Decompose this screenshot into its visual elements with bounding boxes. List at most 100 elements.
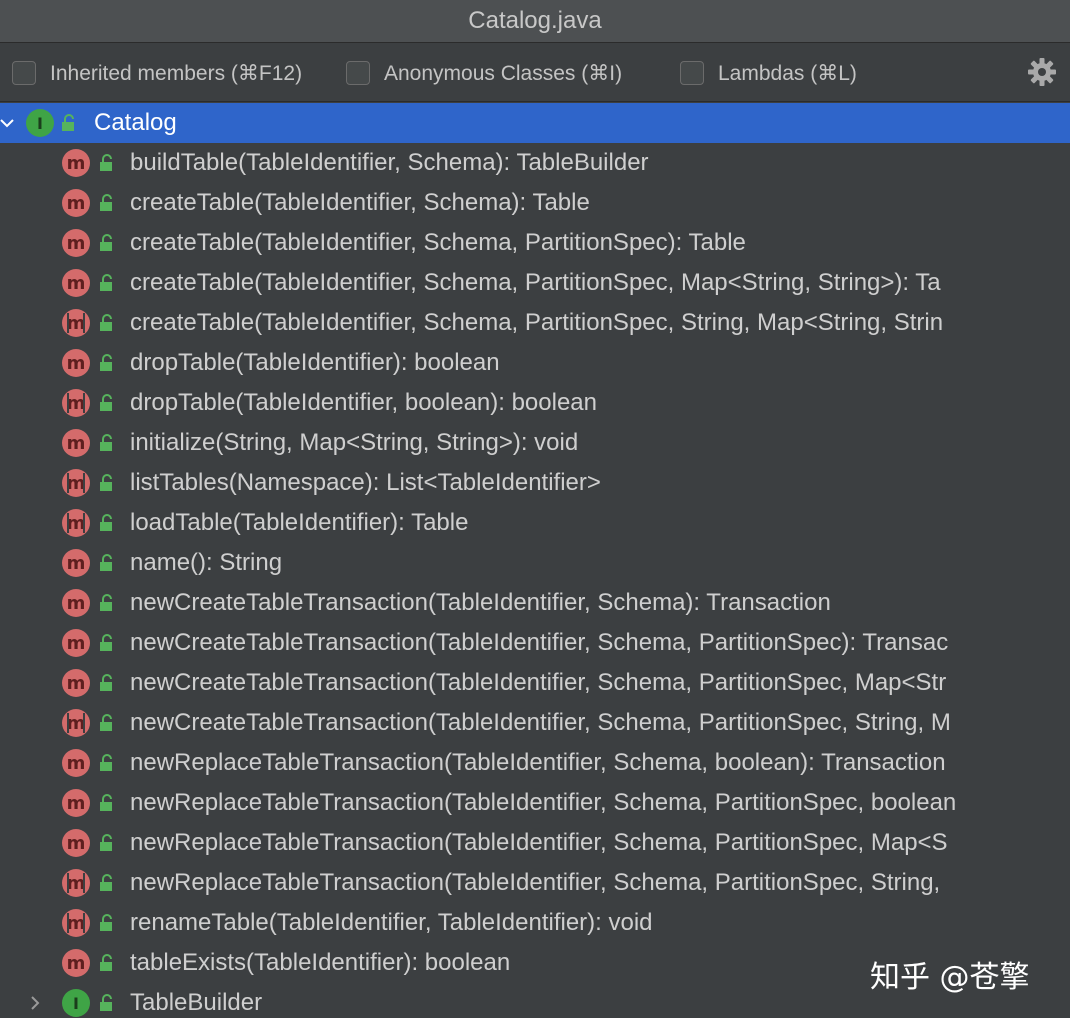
tree-node-label: newCreateTableTransaction(TableIdentifie… <box>130 709 951 736</box>
tree-member-row[interactable]: m dropTable(TableIdentifier): boolean <box>0 343 1070 383</box>
tree-member-row[interactable]: m name(): String <box>0 543 1070 583</box>
public-access-icon <box>100 514 112 531</box>
chevron-down-icon[interactable] <box>0 116 14 130</box>
tree-node-label: newCreateTableTransaction(TableIdentifie… <box>130 629 949 656</box>
tree-member-row[interactable]: m createTable(TableIdentifier, Schema): T… <box>0 183 1070 223</box>
public-access-icon <box>100 474 112 491</box>
checkbox-box[interactable] <box>346 61 370 85</box>
public-access-icon <box>100 834 112 851</box>
public-access-icon <box>100 314 112 331</box>
method-icon: m <box>62 789 90 817</box>
structure-tree[interactable]: I Catalog m buildTable(TableIdentifier, S… <box>0 102 1070 1018</box>
tree-node-label: buildTable(TableIdentifier, Schema): Tab… <box>130 149 649 176</box>
tree-member-row[interactable]: m createTable(TableIdentifier, Schema, Pa… <box>0 263 1070 303</box>
public-access-icon <box>100 754 112 771</box>
tree-root-catalog[interactable]: I Catalog <box>0 103 1070 143</box>
checkbox-box[interactable] <box>680 61 704 85</box>
tree-node-label: tableExists(TableIdentifier): boolean <box>130 949 511 976</box>
method-icon: m <box>62 629 90 657</box>
structure-toolbar: Inherited members (⌘F12) Anonymous Class… <box>0 43 1070 102</box>
tree-member-row[interactable]: m renameTable(TableIdentifier, TableIdent… <box>0 903 1070 943</box>
abstract-method-icon: m <box>62 909 90 937</box>
lambdas-checkbox[interactable]: Lambdas (⌘L) <box>680 59 857 87</box>
abstract-method-icon: m <box>62 309 90 337</box>
tree-node-label: TableBuilder <box>130 989 263 1016</box>
public-access-icon <box>100 434 112 451</box>
public-access-icon <box>100 234 112 251</box>
tree-member-row[interactable]: m listTables(Namespace): List<TableIdenti… <box>0 463 1070 503</box>
watermark: 知乎 @苍擎 <box>870 960 1030 995</box>
method-icon: m <box>62 549 90 577</box>
method-icon: m <box>62 829 90 857</box>
method-icon: m <box>62 229 90 257</box>
tree-node-label: dropTable(TableIdentifier, boolean): boo… <box>130 389 598 416</box>
checkbox-box[interactable] <box>12 61 36 85</box>
tree-node-label: renameTable(TableIdentifier, TableIdenti… <box>130 909 653 936</box>
tree-node-label: listTables(Namespace): List<TableIdentif… <box>130 469 601 496</box>
public-access-icon <box>100 674 112 691</box>
tree-node-label: newReplaceTableTransaction(TableIdentifi… <box>130 749 946 776</box>
tree-member-row[interactable]: m newReplaceTableTransaction(TableIdentif… <box>0 743 1070 783</box>
tree-node-label: createTable(TableIdentifier, Schema): Ta… <box>130 189 590 216</box>
abstract-method-icon: m <box>62 869 90 897</box>
public-access-icon <box>62 114 74 131</box>
method-icon: m <box>62 189 90 217</box>
abstract-method-icon: m <box>62 709 90 737</box>
method-icon: m <box>62 589 90 617</box>
tree-member-row[interactable]: m buildTable(TableIdentifier, Schema): Ta… <box>0 143 1070 183</box>
public-access-icon <box>100 394 112 411</box>
tree-node-label: createTable(TableIdentifier, Schema, Par… <box>130 229 746 256</box>
tree-member-row[interactable]: m newCreateTableTransaction(TableIdentifi… <box>0 583 1070 623</box>
abstract-method-icon: m <box>62 509 90 537</box>
lambdas-label: Lambdas (⌘L) <box>718 61 857 85</box>
tree-member-row[interactable]: m initialize(String, Map<String, String>)… <box>0 423 1070 463</box>
window-title: Catalog.java <box>0 0 1070 43</box>
gear-icon[interactable] <box>1026 56 1058 88</box>
public-access-icon <box>100 954 112 971</box>
tree-member-row[interactable]: m newCreateTableTransaction(TableIdentifi… <box>0 663 1070 703</box>
tree-node-label: createTable(TableIdentifier, Schema, Par… <box>130 269 941 296</box>
tree-member-row[interactable]: m createTable(TableIdentifier, Schema, Pa… <box>0 223 1070 263</box>
anonymous-classes-label: Anonymous Classes (⌘I) <box>384 61 623 85</box>
tree-member-row[interactable]: m newReplaceTableTransaction(TableIdentif… <box>0 783 1070 823</box>
public-access-icon <box>100 914 112 931</box>
public-access-icon <box>100 554 112 571</box>
inherited-members-label: Inherited members (⌘F12) <box>50 61 303 85</box>
public-access-icon <box>100 874 112 891</box>
public-access-icon <box>100 794 112 811</box>
public-access-icon <box>100 634 112 651</box>
anonymous-classes-checkbox[interactable]: Anonymous Classes (⌘I) <box>346 59 622 87</box>
abstract-method-icon: m <box>62 389 90 417</box>
method-icon: m <box>62 749 90 777</box>
tree-member-row[interactable]: m newReplaceTableTransaction(TableIdentif… <box>0 863 1070 903</box>
abstract-method-icon: m <box>62 469 90 497</box>
tree-node-label: newReplaceTableTransaction(TableIdentifi… <box>130 789 957 816</box>
tree-node-label: name(): String <box>130 549 283 576</box>
interface-icon: I <box>26 109 54 137</box>
tree-member-row[interactable]: m dropTable(TableIdentifier, boolean): bo… <box>0 383 1070 423</box>
tree-member-row[interactable]: m newReplaceTableTransaction(TableIdentif… <box>0 823 1070 863</box>
method-icon: m <box>62 349 90 377</box>
tree-node-label: newReplaceTableTransaction(TableIdentifi… <box>130 829 948 856</box>
method-icon: m <box>62 429 90 457</box>
interface-icon: I <box>62 989 90 1017</box>
tree-member-row[interactable]: m loadTable(TableIdentifier): Table <box>0 503 1070 543</box>
tree-member-row[interactable]: m newCreateTableTransaction(TableIdentifi… <box>0 623 1070 663</box>
public-access-icon <box>100 354 112 371</box>
method-icon: m <box>62 269 90 297</box>
tree-node-label: newCreateTableTransaction(TableIdentifie… <box>130 669 947 696</box>
public-access-icon <box>100 994 112 1011</box>
tree-node-label: newReplaceTableTransaction(TableIdentifi… <box>130 869 941 896</box>
public-access-icon <box>100 594 112 611</box>
method-icon: m <box>62 669 90 697</box>
tree-member-row[interactable]: m newCreateTableTransaction(TableIdentifi… <box>0 703 1070 743</box>
inherited-members-checkbox[interactable]: Inherited members (⌘F12) <box>12 59 302 87</box>
chevron-right-icon[interactable] <box>28 996 42 1010</box>
method-icon: m <box>62 949 90 977</box>
tree-node-label: loadTable(TableIdentifier): Table <box>130 509 469 536</box>
tree-node-label: createTable(TableIdentifier, Schema, Par… <box>130 309 944 336</box>
public-access-icon <box>100 154 112 171</box>
tree-node-label: dropTable(TableIdentifier): boolean <box>130 349 500 376</box>
tree-member-row[interactable]: m createTable(TableIdentifier, Schema, Pa… <box>0 303 1070 343</box>
public-access-icon <box>100 194 112 211</box>
